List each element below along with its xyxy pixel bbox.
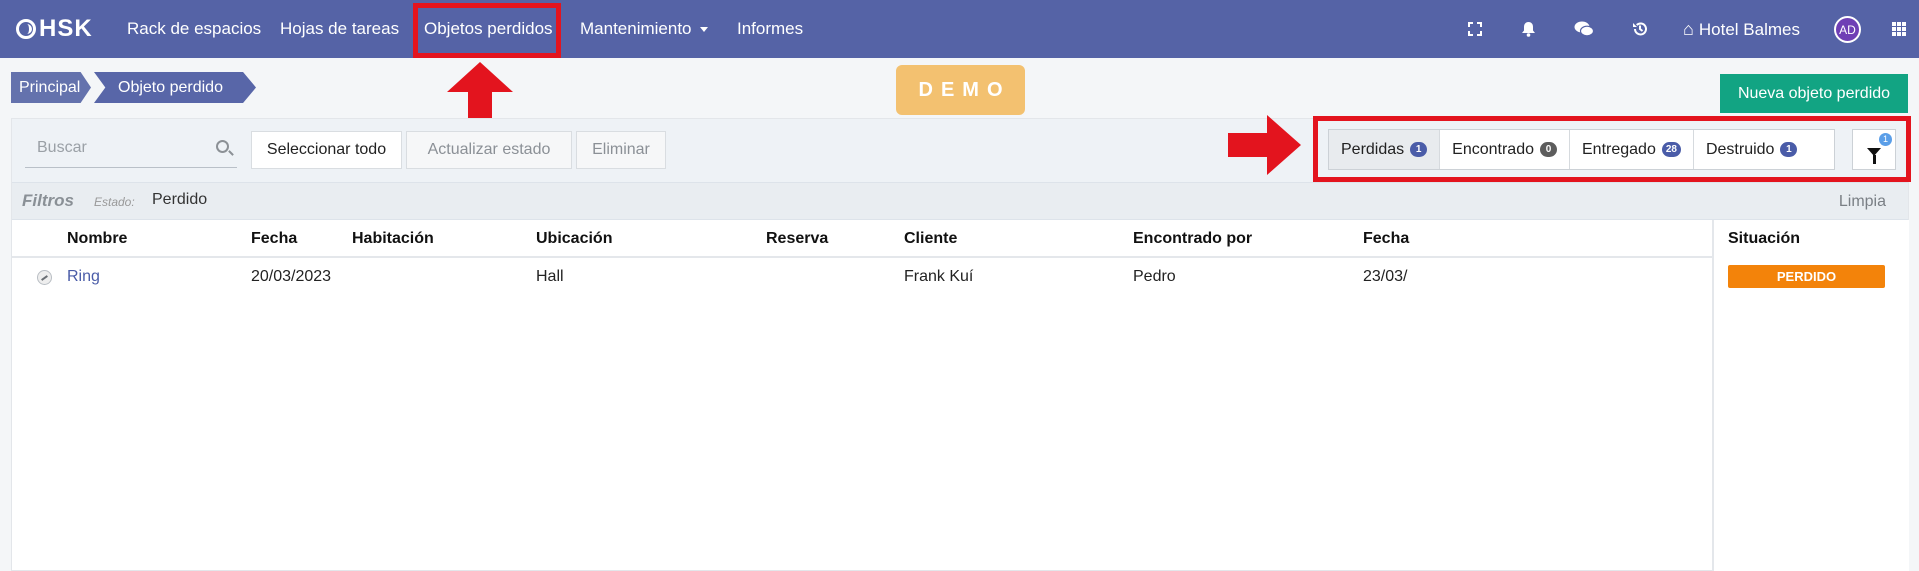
cell-cliente: Frank Kuí — [904, 268, 974, 285]
cell-fecha-2: 23/03/ — [1363, 268, 1408, 285]
filters-title: Filtros — [22, 191, 74, 210]
select-all-button[interactable]: Seleccionar todo — [251, 131, 402, 169]
column-header-reserva[interactable]: Reserva — [766, 230, 828, 248]
highlight-box-nav — [413, 3, 561, 58]
new-lost-item-button[interactable]: Nueva objeto perdido — [1720, 74, 1908, 113]
cell-fecha: 20/03/2023 — [251, 268, 332, 285]
highlight-box-filters — [1313, 116, 1911, 182]
nav-informes[interactable]: Informes — [737, 0, 803, 58]
update-status-button[interactable]: Actualizar estado — [406, 131, 572, 169]
breadcrumb-principal[interactable]: Principal — [11, 72, 91, 103]
clear-filters-link[interactable]: Limpia — [1839, 193, 1886, 211]
search-box — [25, 130, 237, 168]
apps-grid-icon[interactable] — [1892, 22, 1908, 36]
nav-rack-de-espacios[interactable]: Rack de espacios — [127, 0, 261, 58]
nav-hojas-de-tareas[interactable]: Hojas de tareas — [280, 0, 399, 58]
filter-field-label: Estado: — [94, 195, 135, 209]
chevron-down-icon — [699, 27, 708, 33]
brand-logo[interactable]: HSK — [16, 15, 93, 43]
search-input[interactable] — [25, 130, 205, 166]
cell-encontrado-por: Pedro — [1133, 268, 1176, 285]
table-row[interactable]: Ring 20/03/2023 Hall Frank Kuí Pedro 23/… — [12, 258, 1712, 296]
active-filters-bar: Filtros Estado: Perdido Limpia — [12, 183, 1908, 220]
column-header-encontrado-por[interactable]: Encontrado por — [1133, 230, 1252, 248]
item-edit-icon[interactable] — [37, 270, 52, 285]
delete-button[interactable]: Eliminar — [576, 131, 666, 169]
search-icon[interactable] — [216, 140, 229, 153]
column-header-nombre[interactable]: Nombre — [67, 230, 127, 248]
filter-field-value: Perdido — [152, 191, 208, 208]
column-header-habitacion[interactable]: Habitación — [352, 230, 434, 248]
column-header-ubicacion[interactable]: Ubicación — [536, 230, 612, 248]
top-navbar: HSK Rack de espacios Hojas de tareas Obj… — [0, 0, 1919, 58]
bell-icon[interactable] — [1516, 17, 1540, 41]
avatar[interactable]: AD — [1834, 16, 1861, 43]
nav-mantenimiento[interactable]: Mantenimiento — [580, 0, 708, 58]
hotel-selector[interactable]: ⌂ Hotel Balmes — [1683, 0, 1800, 58]
demo-badge: DEMO — [896, 65, 1025, 115]
column-header-fecha-2[interactable]: Fecha — [1363, 230, 1409, 248]
home-icon: ⌂ — [1683, 19, 1694, 39]
fullscreen-icon[interactable] — [1463, 17, 1487, 41]
hotel-name: Hotel Balmes — [1698, 20, 1800, 39]
situacion-column: Situación PERDIDO — [1712, 220, 1909, 571]
breadcrumb-objeto-perdido: Objeto perdido — [94, 72, 256, 103]
column-header-cliente[interactable]: Cliente — [904, 230, 957, 248]
cell-nombre[interactable]: Ring — [67, 268, 100, 286]
column-header-situacion[interactable]: Situación — [1728, 230, 1800, 248]
brand-name: HSK — [39, 15, 93, 42]
lost-items-panel: Seleccionar todo Actualizar estado Elimi… — [11, 118, 1909, 571]
column-header-fecha[interactable]: Fecha — [251, 230, 297, 248]
hsk-logo-icon — [16, 19, 36, 39]
nav-mantenimiento-label: Mantenimiento — [580, 19, 692, 38]
table-header: Nombre Fecha Habitación Ubicación Reserv… — [12, 220, 1908, 258]
status-badge: PERDIDO — [1728, 265, 1885, 288]
cell-ubicacion: Hall — [536, 268, 564, 285]
history-icon[interactable] — [1628, 17, 1652, 41]
red-arrow-right-icon — [1228, 115, 1301, 175]
chat-icon[interactable] — [1572, 17, 1596, 41]
